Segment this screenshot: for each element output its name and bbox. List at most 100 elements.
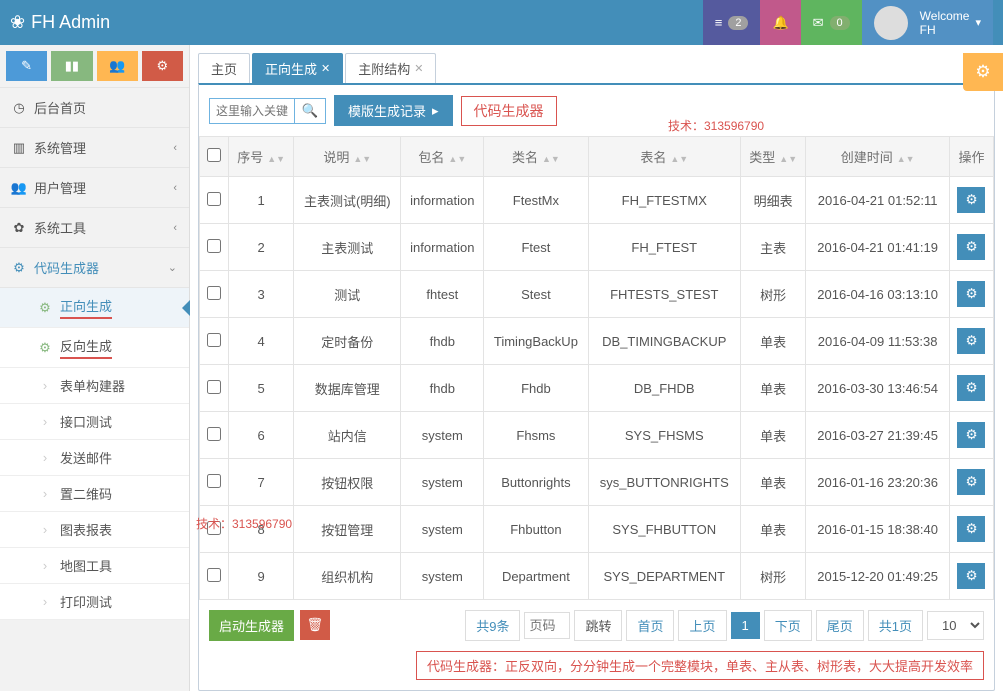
cell-cls: TimingBackUp	[484, 318, 588, 365]
row-checkbox[interactable]	[207, 568, 221, 582]
col-seq[interactable]: 序号	[237, 150, 263, 165]
cell-tbl: SYS_FHSMS	[588, 412, 741, 459]
gear-icon: ›	[38, 450, 52, 465]
sidebar-sub-8[interactable]: ›打印测试	[0, 584, 189, 620]
cell-created: 2016-04-16 03:13:10	[806, 271, 950, 318]
sidebar-sub-0[interactable]: ⚙正向生成	[0, 288, 189, 328]
row-action-button[interactable]: ⚙	[957, 469, 985, 495]
col-desc[interactable]: 说明	[323, 150, 349, 165]
cell-seq: 1	[228, 177, 293, 224]
quick-btn-3[interactable]: 👥	[97, 51, 138, 81]
template-history-button[interactable]: 模版生成记录 ▸	[334, 95, 453, 126]
sidebar-sub-1[interactable]: ⚙反向生成	[0, 328, 189, 368]
sidebar-sub-4[interactable]: ›发送邮件	[0, 440, 189, 476]
table-row: 1主表测试(明细)informationFtestMxFH_FTESTMX明细表…	[200, 177, 994, 224]
search-input[interactable]	[209, 98, 294, 124]
tab-1[interactable]: 正向生成 ✕	[252, 53, 343, 83]
search-button[interactable]: 🔍	[294, 98, 326, 124]
sidebar-sub-label: 置二维码	[60, 484, 112, 503]
cell-created: 2016-03-30 13:46:54	[806, 365, 950, 412]
gear-icon: ⚙	[965, 474, 977, 490]
pager-jump[interactable]: 跳转	[574, 610, 622, 641]
settings-gear[interactable]: ⚙	[963, 53, 1003, 91]
header-notifications[interactable]: 🔔	[760, 0, 800, 45]
gear-icon: ⚙	[965, 568, 977, 584]
sidebar-sub-6[interactable]: ›图表报表	[0, 512, 189, 548]
header-mail[interactable]: ✉ 0	[801, 0, 862, 45]
row-checkbox[interactable]	[207, 521, 221, 535]
mail-icon: ✉	[813, 15, 824, 31]
row-action-button[interactable]: ⚙	[957, 375, 985, 401]
pager-last[interactable]: 尾页	[816, 610, 864, 641]
row-checkbox[interactable]	[207, 427, 221, 441]
pager-prev[interactable]: 上页	[678, 610, 726, 641]
col-tbl[interactable]: 表名	[640, 150, 666, 165]
row-action-button[interactable]: ⚙	[957, 281, 985, 307]
row-action-button[interactable]: ⚙	[957, 234, 985, 260]
cell-desc: 定时备份	[294, 318, 401, 365]
sidebar-item-4[interactable]: ⚙代码生成器⌄	[0, 248, 189, 288]
row-checkbox[interactable]	[207, 333, 221, 347]
generator-title: 代码生成器	[461, 96, 557, 126]
brand-text: FH Admin	[31, 12, 110, 33]
pager-size-select[interactable]: 10	[927, 611, 984, 640]
trash-icon: 🗑	[307, 617, 324, 632]
close-icon[interactable]: ✕	[414, 62, 423, 75]
cell-seq: 6	[228, 412, 293, 459]
row-action-button[interactable]: ⚙	[957, 563, 985, 589]
sidebar-item-3[interactable]: ✿系统工具‹	[0, 208, 189, 248]
start-generator-button[interactable]: 启动生成器	[209, 610, 294, 641]
sidebar-icon: 👥	[12, 180, 26, 196]
sidebar-item-2[interactable]: 👥用户管理‹	[0, 168, 189, 208]
header-tasks[interactable]: ≡ 2	[703, 0, 761, 45]
close-icon[interactable]: ✕	[321, 62, 330, 75]
sidebar-item-label: 系统工具	[34, 218, 86, 237]
cell-pkg: system	[401, 412, 484, 459]
sidebar-item-1[interactable]: ▥系统管理‹	[0, 128, 189, 168]
tab-2[interactable]: 主附结构✕	[345, 53, 436, 83]
row-action-button[interactable]: ⚙	[957, 516, 985, 542]
col-type[interactable]: 类型	[749, 150, 775, 165]
row-checkbox[interactable]	[207, 474, 221, 488]
quick-btn-4[interactable]: ⚙	[142, 51, 183, 81]
cell-desc: 主表测试	[294, 224, 401, 271]
sidebar-sub-2[interactable]: ›表单构建器	[0, 368, 189, 404]
select-all-checkbox[interactable]	[207, 148, 221, 162]
row-action-button[interactable]: ⚙	[957, 422, 985, 448]
cell-created: 2016-03-27 21:39:45	[806, 412, 950, 459]
cell-cls: FtestMx	[484, 177, 588, 224]
col-created[interactable]: 创建时间	[841, 150, 893, 165]
col-cls[interactable]: 类名	[512, 150, 538, 165]
table-row: 2主表测试informationFtestFH_FTEST主表2016-04-2…	[200, 224, 994, 271]
col-pkg[interactable]: 包名	[418, 150, 444, 165]
sidebar-item-0[interactable]: ◷后台首页	[0, 88, 189, 128]
pager-page-input[interactable]	[524, 612, 570, 639]
row-checkbox[interactable]	[207, 239, 221, 253]
cell-desc: 按钮管理	[294, 506, 401, 553]
quick-btn-2[interactable]: ▮▮	[51, 51, 92, 81]
cell-pkg: fhdb	[401, 318, 484, 365]
row-checkbox[interactable]	[207, 380, 221, 394]
row-action-button[interactable]: ⚙	[957, 187, 985, 213]
tab-0[interactable]: 主页	[198, 53, 250, 83]
table-row: 6站内信systemFhsmsSYS_FHSMS单表2016-03-27 21:…	[200, 412, 994, 459]
sidebar-sub-3[interactable]: ›接口测试	[0, 404, 189, 440]
pager-next[interactable]: 下页	[764, 610, 812, 641]
sidebar-sub-7[interactable]: ›地图工具	[0, 548, 189, 584]
delete-button[interactable]: 🗑	[300, 610, 330, 640]
row-action-button[interactable]: ⚙	[957, 328, 985, 354]
caret-down-icon: ▾	[975, 16, 981, 29]
tab-label: 正向生成	[265, 59, 317, 78]
pager-first[interactable]: 首页	[626, 610, 674, 641]
row-checkbox[interactable]	[207, 286, 221, 300]
welcome-label: Welcome	[920, 9, 970, 23]
row-checkbox[interactable]	[207, 192, 221, 206]
header-user[interactable]: Welcome FH ▾	[862, 0, 993, 45]
sidebar-sub-label: 接口测试	[60, 412, 112, 431]
cell-type: 树形	[741, 553, 806, 600]
quick-btn-1[interactable]: ✎	[6, 51, 47, 81]
sidebar-sub-5[interactable]: ›置二维码	[0, 476, 189, 512]
cell-cls: Department	[484, 553, 588, 600]
cell-type: 明细表	[741, 177, 806, 224]
tab-label: 主页	[211, 59, 237, 78]
